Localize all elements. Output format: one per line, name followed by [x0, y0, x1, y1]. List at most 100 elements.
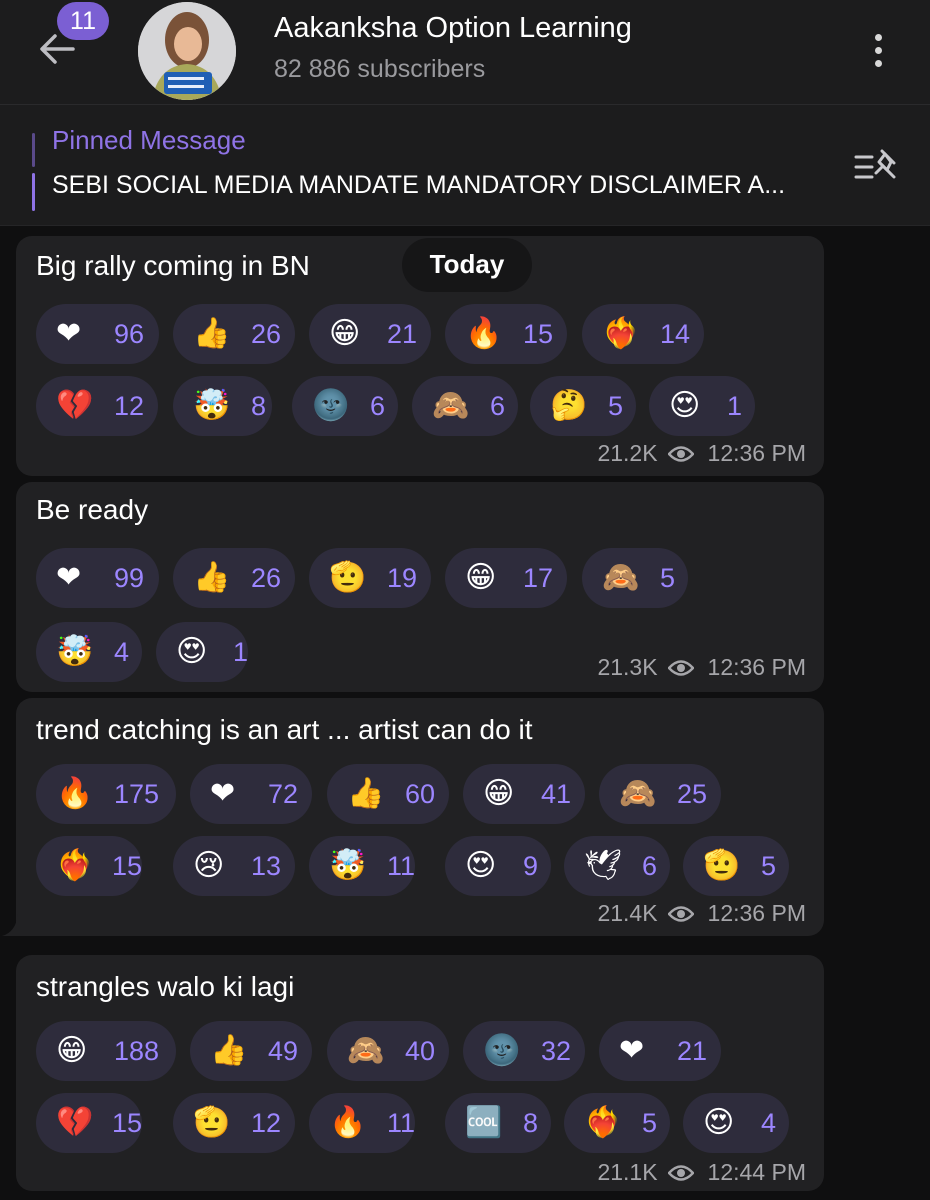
- reaction-chip[interactable]: 💔 12: [36, 376, 158, 436]
- heart-on-fire-icon: ❤‍🔥: [602, 316, 640, 351]
- reaction-chip[interactable]: 🫡 5: [683, 836, 789, 896]
- reaction-chip[interactable]: 🤯 4: [36, 622, 142, 682]
- reaction-chip[interactable]: 😍 4: [683, 1093, 789, 1153]
- message-time: 12:36 PM: [707, 900, 806, 926]
- reaction-chip[interactable]: 😍 1: [649, 376, 755, 436]
- message-text: trend catching is an art ... artist can …: [36, 714, 533, 745]
- reaction-chip[interactable]: 😍 9: [445, 836, 551, 896]
- message-bubble[interactable]: Be ready ❤ 99 👍 26 🫡 19 😁 17 🙈 5 🤯 4 😍 1 21.3K 12:36 PM: [16, 482, 824, 692]
- reaction-chip[interactable]: ❤‍🔥 14: [582, 304, 704, 364]
- reaction-count: 8: [251, 390, 267, 421]
- reaction-count: 72: [268, 778, 299, 809]
- heart-on-fire-icon: ❤‍🔥: [56, 848, 94, 883]
- reaction-count: 1: [727, 390, 743, 421]
- reaction-chip[interactable]: 👍 49: [190, 1021, 312, 1081]
- message-time: 12:44 PM: [707, 1159, 806, 1185]
- reaction-chip[interactable]: 😁 21: [309, 304, 431, 364]
- date-separator: Today: [402, 238, 532, 292]
- crying-face-icon: 😢: [193, 848, 225, 883]
- see-no-evil-monkey-icon: 🙈: [619, 776, 657, 811]
- red-heart-icon: ❤: [56, 560, 82, 595]
- beaming-face-icon: 😁: [465, 560, 497, 595]
- reaction-count: 6: [370, 390, 386, 421]
- reaction-chip[interactable]: 🙈 6: [412, 376, 518, 436]
- thumbs-up-icon: 👍: [210, 1033, 248, 1068]
- red-heart-icon: ❤: [56, 316, 82, 351]
- reaction-chip[interactable]: ❤ 72: [190, 764, 312, 824]
- reaction-chip[interactable]: ❤ 99: [36, 548, 159, 608]
- reaction-chip[interactable]: 🤯 8: [173, 376, 272, 436]
- reaction-chip[interactable]: 🕊 6: [564, 836, 670, 896]
- reaction-count: 41: [541, 778, 572, 809]
- reaction-chip[interactable]: 👍 26: [173, 548, 295, 608]
- reaction-chip[interactable]: 🔥 15: [445, 304, 567, 364]
- saluting-face-icon: 🫡: [329, 560, 367, 595]
- heart-eyes-icon: 😍: [176, 634, 208, 669]
- reaction-count: 14: [660, 318, 691, 349]
- reaction-chip[interactable]: 😢 13: [173, 836, 295, 896]
- message-bubble[interactable]: strangles walo ki lagi 😁 188 👍 49 🙈 40 🌚 32 ❤ 21 💔 1…: [16, 955, 824, 1191]
- reaction-chip[interactable]: ❤ 21: [599, 1021, 721, 1081]
- pinned-label: Pinned Message: [52, 125, 246, 155]
- eye-icon: [667, 905, 694, 922]
- eye-icon: [667, 445, 694, 462]
- reaction-chip[interactable]: 🙈 5: [582, 548, 688, 608]
- reaction-chip[interactable]: 💔 15: [36, 1093, 142, 1153]
- reaction-count: 175: [114, 778, 160, 809]
- reaction-chip[interactable]: 🙈 25: [599, 764, 721, 824]
- reaction-chip[interactable]: 😁 41: [463, 764, 585, 824]
- reaction-chip[interactable]: 🔥 175: [36, 764, 176, 824]
- reaction-chip[interactable]: 👍 26: [173, 304, 295, 364]
- message-meta: 21.3K 12:36 PM: [597, 654, 806, 681]
- exploding-head-icon: 🤯: [329, 848, 367, 883]
- reaction-count: 96: [114, 318, 145, 349]
- cool-button-icon: 🆒: [465, 1105, 503, 1140]
- reaction-count: 40: [405, 1035, 436, 1066]
- heart-eyes-icon: 😍: [669, 388, 701, 423]
- reaction-chip[interactable]: ❤‍🔥 15: [36, 836, 142, 896]
- more-options-button[interactable]: [860, 26, 896, 74]
- reaction-count: 1: [232, 636, 248, 667]
- reaction-chip[interactable]: 🤔 5: [530, 376, 636, 436]
- thumbs-up-icon: 👍: [193, 316, 231, 351]
- message-text: Be ready: [36, 494, 149, 525]
- reaction-chip[interactable]: ❤ 96: [36, 304, 159, 364]
- pinned-message-bar[interactable]: Pinned Message SEBI SOCIAL MEDIA MANDATE…: [0, 105, 930, 226]
- heart-on-fire-icon: ❤‍🔥: [584, 1105, 622, 1140]
- reaction-chip[interactable]: 🙈 40: [327, 1021, 449, 1081]
- unread-count-badge: 11: [57, 2, 109, 40]
- reaction-chip[interactable]: 🆒 8: [445, 1093, 551, 1153]
- view-count: 21.4K: [597, 900, 658, 926]
- message-time: 12:36 PM: [707, 654, 806, 680]
- more-vertical-icon: [874, 33, 882, 41]
- reaction-chip[interactable]: ❤‍🔥 5: [564, 1093, 670, 1153]
- reaction-chip[interactable]: 😁 17: [445, 548, 567, 608]
- reaction-chip[interactable]: 🫡 19: [309, 548, 431, 608]
- reaction-count: 32: [541, 1035, 572, 1066]
- fire-icon: 🔥: [56, 776, 94, 811]
- reaction-chip[interactable]: 🌚 6: [292, 376, 398, 436]
- channel-title[interactable]: Aakanksha Option Learning: [274, 12, 632, 45]
- channel-avatar[interactable]: [138, 2, 236, 100]
- reaction-count: 4: [114, 636, 130, 667]
- reaction-chip[interactable]: 🌚 32: [463, 1021, 585, 1081]
- heart-eyes-icon: 😍: [465, 848, 497, 883]
- message-time: 12:36 PM: [707, 440, 806, 466]
- reaction-chip[interactable]: 😍 1: [156, 622, 248, 682]
- reaction-count: 8: [523, 1107, 539, 1138]
- beaming-face-icon: 😁: [329, 316, 361, 351]
- message-meta: 21.2K 12:36 PM: [597, 440, 806, 467]
- reaction-count: 99: [114, 562, 145, 593]
- reaction-count: 21: [677, 1035, 708, 1066]
- pin-list-icon: [854, 149, 896, 179]
- saluting-face-icon: 🫡: [193, 1105, 231, 1140]
- reaction-chip[interactable]: 🤯 11: [309, 836, 415, 896]
- reaction-chip[interactable]: 😁 188: [36, 1021, 176, 1081]
- pinned-list-button[interactable]: [852, 145, 902, 189]
- reaction-chip[interactable]: 🫡 12: [173, 1093, 295, 1153]
- reaction-count: 11: [386, 850, 415, 881]
- message-bubble[interactable]: trend catching is an art ... artist can …: [2, 698, 824, 936]
- view-count: 21.3K: [597, 654, 658, 680]
- reaction-chip[interactable]: 🔥 11: [309, 1093, 415, 1153]
- reaction-chip[interactable]: 👍 60: [327, 764, 449, 824]
